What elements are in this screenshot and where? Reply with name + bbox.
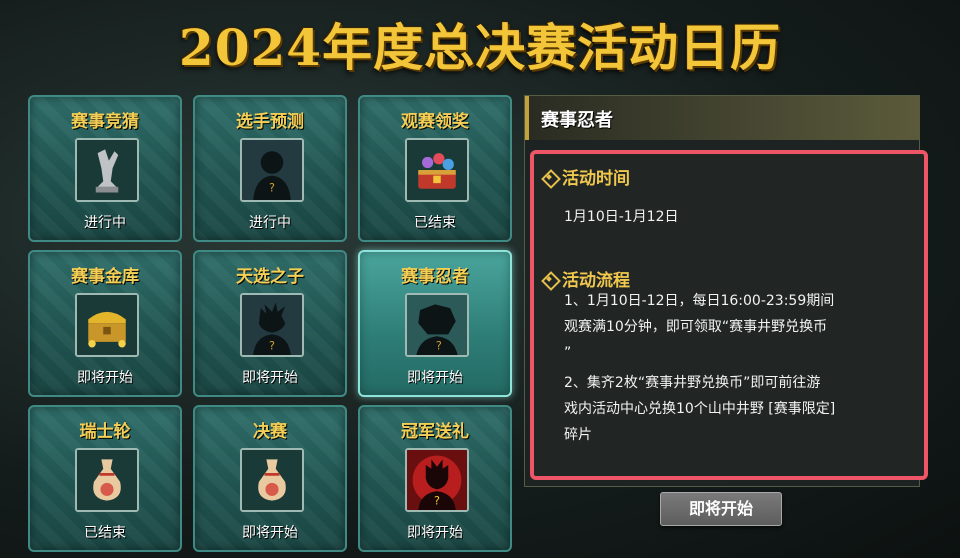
trophy-statue-icon <box>75 138 139 202</box>
card-status: 已结束 <box>414 215 456 231</box>
svg-text:?: ? <box>436 339 442 352</box>
card-status: 即将开始 <box>407 525 463 541</box>
card-event-ninja[interactable]: 赛事忍者 ? 即将开始 <box>358 250 512 397</box>
card-status: 进行中 <box>249 215 291 231</box>
process-step-2: 2、集齐2枚“赛事井野兑换币”即可前往游 戏内活动中心兑换10个山中井野 [赛事… <box>564 370 904 448</box>
time-section-head: 活动时间 <box>542 164 630 189</box>
info-box: 活动时间 1月10日-1月12日 活动流程 1、1月10日-12日，每日16:0… <box>530 150 928 480</box>
card-final[interactable]: 决赛 即将开始 <box>193 405 347 552</box>
svg-text:?: ? <box>434 494 440 507</box>
page-title: 2024年度总决赛活动日历 <box>178 18 782 77</box>
card-title: 赛事竞猜 <box>71 112 139 132</box>
scroll-bag-icon <box>75 448 139 512</box>
diamond-icon <box>542 170 556 184</box>
svg-text:?: ? <box>269 182 275 195</box>
card-watch-reward[interactable]: 观赛领奖 已结束 <box>358 95 512 242</box>
process-step-2-line: 2、集齐2枚“赛事井野兑换币”即可前往游 <box>564 375 821 391</box>
diamond-icon <box>542 272 556 286</box>
gold-chest-icon <box>75 293 139 357</box>
card-title: 冠军送礼 <box>401 422 469 442</box>
process-step-2-line: 戏内活动中心兑换10个山中井野 [赛事限定] <box>564 401 836 417</box>
svg-text:?: ? <box>269 339 275 352</box>
process-step-2-line: 碎片 <box>564 427 592 443</box>
card-status: 进行中 <box>84 215 126 231</box>
card-title: 观赛领奖 <box>401 112 469 132</box>
panel-title: 赛事忍者 <box>541 110 613 131</box>
time-value: 1月10日-1月12日 <box>564 209 679 225</box>
card-event-guess[interactable]: 赛事竞猜 进行中 <box>28 95 182 242</box>
card-title: 赛事忍者 <box>401 267 469 287</box>
card-status: 即将开始 <box>242 370 298 386</box>
card-event-vault[interactable]: 赛事金库 即将开始 <box>28 250 182 397</box>
ninja-silhouette-icon: ? <box>405 293 469 357</box>
card-status: 已结束 <box>84 525 126 541</box>
scroll-bag-icon <box>240 448 304 512</box>
process-step-1-line: ” <box>564 345 572 361</box>
card-title: 天选之子 <box>236 267 304 287</box>
red-ninja-icon: ? <box>405 448 469 512</box>
card-chosen-one[interactable]: 天选之子 ? 即将开始 <box>193 250 347 397</box>
treasure-chest-icon <box>405 138 469 202</box>
card-title: 赛事金库 <box>71 267 139 287</box>
card-swiss-round[interactable]: 瑞士轮 已结束 <box>28 405 182 552</box>
card-champion-gift[interactable]: 冠军送礼 ? 即将开始 <box>358 405 512 552</box>
card-title: 选手预测 <box>236 112 304 132</box>
process-step-1-line: 观赛满10分钟，即可领取“赛事井野兑换币 <box>564 319 828 335</box>
panel-header: 赛事忍者 <box>525 96 919 140</box>
start-button[interactable]: 即将开始 <box>660 492 782 526</box>
process-step-1-line: 1、1月10日-12日，每日16:00-23:59期间 <box>564 293 835 309</box>
silhouette-icon: ? <box>240 138 304 202</box>
card-title: 决赛 <box>253 422 287 442</box>
card-player-prediction[interactable]: 选手预测 ? 进行中 <box>193 95 347 242</box>
card-status: 即将开始 <box>242 525 298 541</box>
card-title: 瑞士轮 <box>79 422 131 442</box>
card-status: 即将开始 <box>407 370 463 386</box>
activity-grid: 赛事竞猜 进行中 选手预测 ? 进行中 观赛领奖 已结束 赛事金库 即将开始 天… <box>28 95 516 555</box>
process-step-1: 1、1月10日-12日，每日16:00-23:59期间 观赛满10分钟，即可领取… <box>564 288 904 366</box>
card-status: 即将开始 <box>77 370 133 386</box>
time-section-title: 活动时间 <box>562 169 630 189</box>
ninja-silhouette-icon: ? <box>240 293 304 357</box>
